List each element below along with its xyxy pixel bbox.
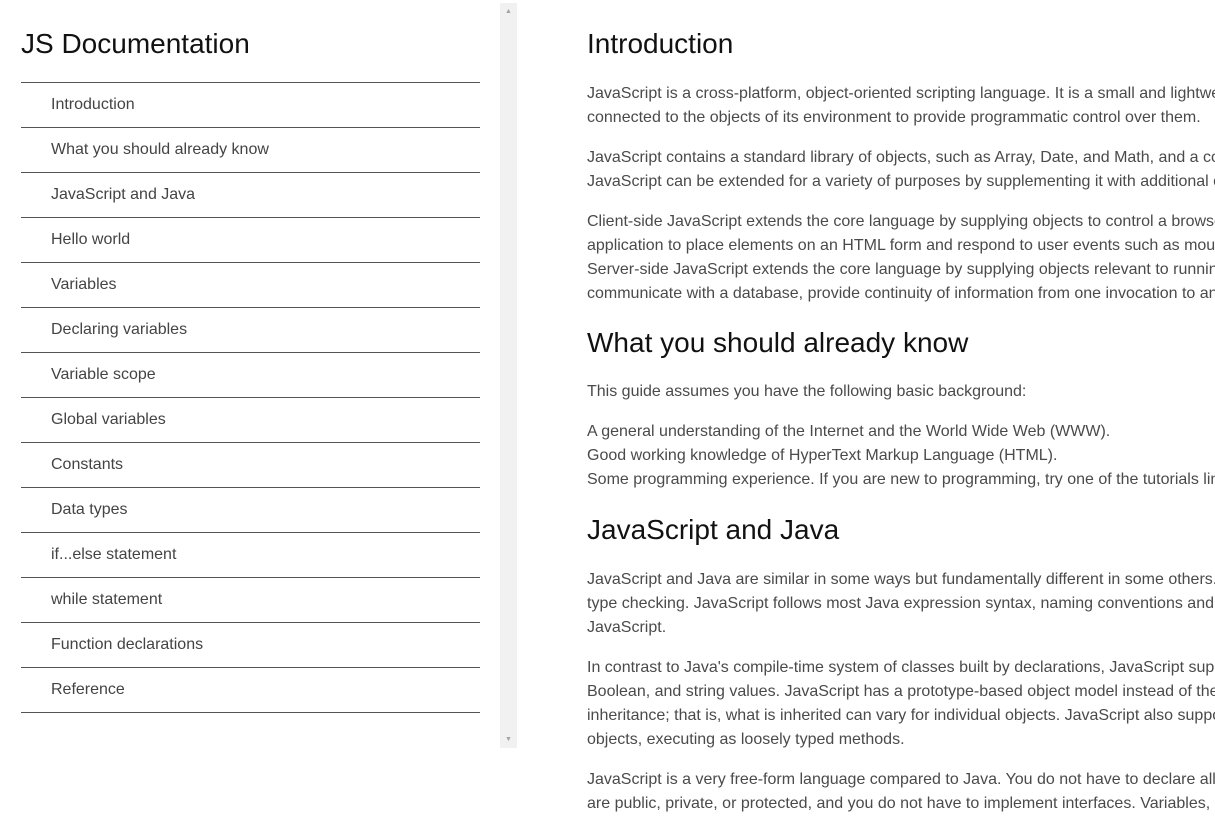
nav-link[interactable]: Global variables bbox=[51, 398, 166, 442]
nav-item-variable-scope[interactable]: Variable scope bbox=[21, 353, 480, 398]
text-line: JavaScript contains a standard library o… bbox=[587, 149, 1215, 166]
paragraph: JavaScript and Java are similar in some … bbox=[587, 568, 1215, 640]
text-line: This guide assumes you have the followin… bbox=[587, 383, 1027, 400]
nav-link[interactable]: Declaring variables bbox=[51, 308, 187, 352]
nav-link[interactable]: JavaScript and Java bbox=[51, 173, 195, 217]
sidebar-title: JS Documentation bbox=[21, 28, 250, 59]
nav-link[interactable]: Variable scope bbox=[51, 353, 156, 397]
nav-link[interactable]: while statement bbox=[51, 578, 162, 622]
nav-item-if-else-statement[interactable]: if...else statement bbox=[21, 533, 480, 578]
nav-link[interactable]: What you should already know bbox=[51, 128, 269, 172]
paragraph: Client-side JavaScript extends the core … bbox=[587, 210, 1215, 306]
nav-item-hello-world[interactable]: Hello world bbox=[21, 218, 480, 263]
text-line: Good working knowledge of HyperText Mark… bbox=[587, 447, 1058, 464]
nav-link[interactable]: Hello world bbox=[51, 218, 130, 262]
text-line: In contrast to Java's compile-time syste… bbox=[587, 659, 1215, 676]
text-line: application to place elements on an HTML… bbox=[587, 237, 1215, 254]
sidebar-scrollbar[interactable]: ▲ ▼ bbox=[500, 3, 517, 748]
scroll-up-arrow-icon[interactable]: ▲ bbox=[500, 4, 517, 19]
main-doc: Introduction JavaScript is a cross-platf… bbox=[587, 0, 1215, 833]
nav-link[interactable]: Introduction bbox=[51, 83, 135, 127]
nav-item-global-variables[interactable]: Global variables bbox=[21, 398, 480, 443]
nav-item-function-declarations[interactable]: Function declarations bbox=[21, 623, 480, 668]
sidebar-nav: JS Documentation Introduction What you s… bbox=[0, 0, 500, 748]
text-line: JavaScript can be extended for a variety… bbox=[587, 173, 1215, 190]
paragraph: This guide assumes you have the followin… bbox=[587, 380, 1026, 404]
paragraph: JavaScript is a very free-form language … bbox=[587, 768, 1215, 816]
text-line: Boolean, and string values. JavaScript h… bbox=[587, 683, 1215, 700]
paragraph: JavaScript contains a standard library o… bbox=[587, 146, 1215, 194]
nav-item-reference[interactable]: Reference bbox=[21, 668, 480, 713]
text-line: JavaScript. bbox=[587, 619, 667, 636]
nav-link[interactable]: if...else statement bbox=[51, 533, 176, 577]
nav-item-constants[interactable]: Constants bbox=[21, 443, 480, 488]
paragraph: In contrast to Java's compile-time syste… bbox=[587, 656, 1215, 752]
text-line: are public, private, or protected, and y… bbox=[587, 795, 1211, 812]
nav-item-declaring-variables[interactable]: Declaring variables bbox=[21, 308, 480, 353]
paragraph: A general understanding of the Internet … bbox=[587, 420, 1215, 492]
nav-link[interactable]: Function declarations bbox=[51, 623, 203, 667]
text-line: connected to the objects of its environm… bbox=[587, 109, 1201, 126]
text-line: inheritance; that is, what is inherited … bbox=[587, 707, 1215, 724]
section-title: Introduction bbox=[587, 28, 734, 59]
nav-item-data-types[interactable]: Data types bbox=[21, 488, 480, 533]
section-title: What you should already know bbox=[587, 327, 969, 358]
text-line: Some programming experience. If you are … bbox=[587, 471, 1215, 488]
nav-link[interactable]: Variables bbox=[51, 263, 117, 307]
text-line: JavaScript is a cross-platform, object-o… bbox=[587, 85, 1215, 102]
text-line: objects, executing as loosely typed meth… bbox=[587, 731, 905, 748]
nav-link[interactable]: Constants bbox=[51, 443, 123, 487]
text-line: Server-side JavaScript extends the core … bbox=[587, 261, 1215, 278]
nav-link[interactable]: Reference bbox=[51, 668, 125, 712]
nav-list: Introduction What you should already kno… bbox=[21, 82, 480, 713]
nav-link[interactable]: Data types bbox=[51, 488, 127, 532]
text-line: A general understanding of the Internet … bbox=[587, 423, 1111, 440]
nav-item-introduction[interactable]: Introduction bbox=[21, 83, 480, 128]
section-title: JavaScript and Java bbox=[587, 514, 840, 545]
text-line: Client-side JavaScript extends the core … bbox=[587, 213, 1215, 230]
text-line: type checking. JavaScript follows most J… bbox=[587, 595, 1214, 612]
text-line: communicate with a database, provide con… bbox=[587, 285, 1215, 302]
nav-item-while-statement[interactable]: while statement bbox=[21, 578, 480, 623]
nav-item-what-you-should-already-know[interactable]: What you should already know bbox=[21, 128, 480, 173]
nav-item-javascript-and-java[interactable]: JavaScript and Java bbox=[21, 173, 480, 218]
nav-item-variables[interactable]: Variables bbox=[21, 263, 480, 308]
text-line: JavaScript is a very free-form language … bbox=[587, 771, 1215, 788]
paragraph: JavaScript is a cross-platform, object-o… bbox=[587, 82, 1215, 130]
scroll-down-arrow-icon[interactable]: ▼ bbox=[500, 732, 517, 747]
text-line: JavaScript and Java are similar in some … bbox=[587, 571, 1215, 588]
